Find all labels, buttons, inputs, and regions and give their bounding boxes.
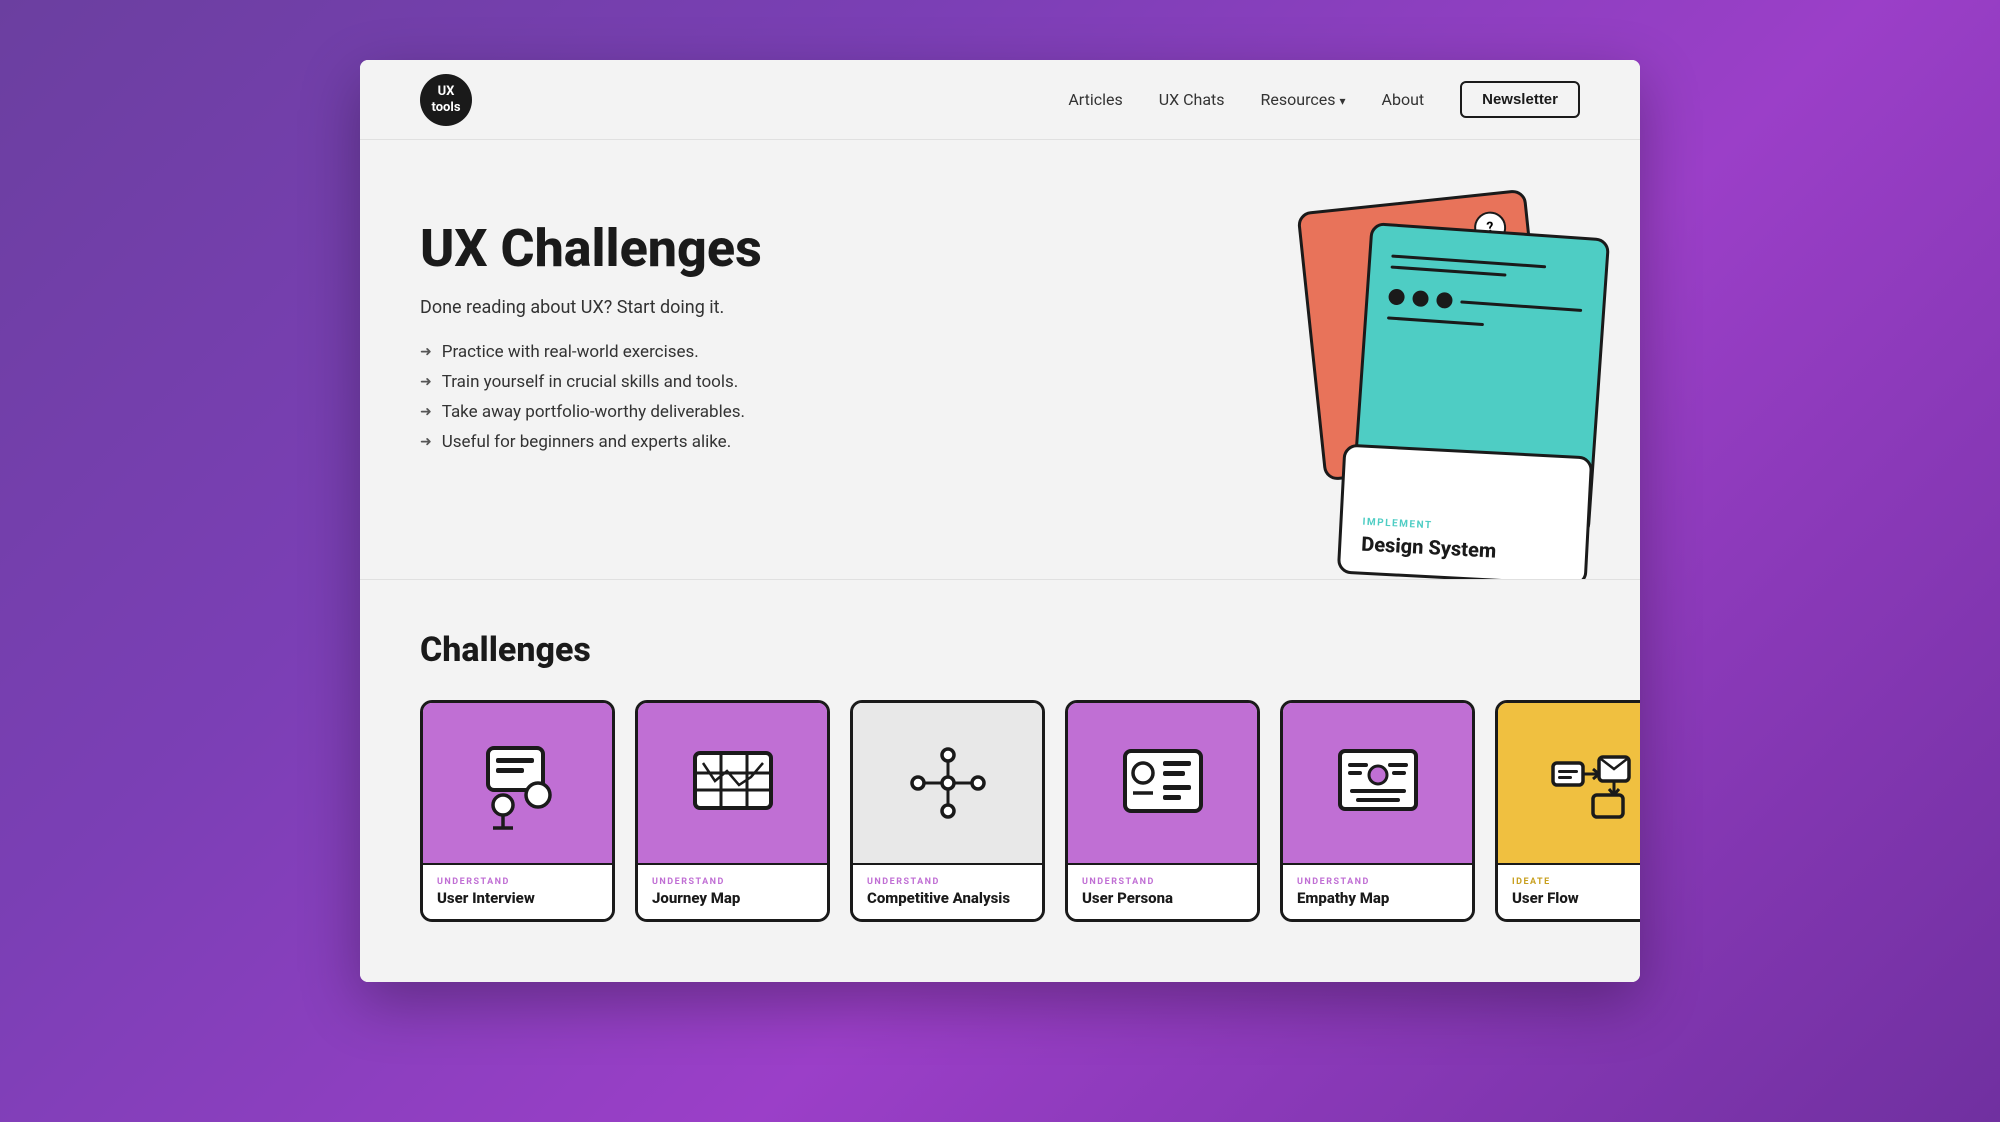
hero-subtitle: Done reading about UX? Start doing it. xyxy=(420,297,762,318)
card-info-journey-map: UNDERSTAND Journey Map xyxy=(638,863,827,919)
card-bottom-title: Design System xyxy=(1361,532,1566,567)
card-name-empathy-map: Empathy Map xyxy=(1297,889,1458,907)
card-name-user-interview: User Interview xyxy=(437,889,598,907)
challenge-cards-grid: UNDERSTAND User Interview xyxy=(420,700,1580,922)
challenges-section: Challenges UNDERSTAND xyxy=(360,580,1640,982)
card-category-user-flow: IDEATE xyxy=(1512,877,1640,887)
arrow-icon-1: ➜ xyxy=(420,344,432,360)
card-info-empathy-map: UNDERSTAND Empathy Map xyxy=(1283,863,1472,919)
arrow-icon-2: ➜ xyxy=(420,374,432,390)
card-info-user-flow: IDEATE User Flow xyxy=(1498,863,1640,919)
nav-articles[interactable]: Articles xyxy=(1068,90,1122,109)
nav-about[interactable]: About xyxy=(1382,90,1425,109)
nav-ux-chats[interactable]: UX Chats xyxy=(1159,90,1225,109)
nav-links: Articles UX Chats Resources About Newsle… xyxy=(1068,81,1580,118)
card-illustration-competitive-analysis xyxy=(853,703,1042,863)
challenges-title: Challenges xyxy=(420,630,1580,670)
card-illustration-user-interview xyxy=(423,703,612,863)
hero-bullet-list: ➜ Practice with real-world exercises. ➜ … xyxy=(420,342,762,452)
card-user-interview[interactable]: UNDERSTAND User Interview xyxy=(420,700,615,922)
arrow-icon-4: ➜ xyxy=(420,434,432,450)
card-name-competitive-analysis: Competitive Analysis xyxy=(867,889,1028,907)
card-name-journey-map: Journey Map xyxy=(652,889,813,907)
hero-title: UX Challenges xyxy=(420,220,762,277)
card-category-journey-map: UNDERSTAND xyxy=(652,877,813,887)
card-category-empathy-map: UNDERSTAND xyxy=(1297,877,1458,887)
card-competitive-analysis[interactable]: UNDERSTAND Competitive Analysis xyxy=(850,700,1045,922)
newsletter-button[interactable]: Newsletter xyxy=(1460,81,1580,118)
card-empathy-map[interactable]: UNDERSTAND Empathy Map xyxy=(1280,700,1475,922)
arrow-icon-3: ➜ xyxy=(420,404,432,420)
navbar: UX tools Articles UX Chats Resources Abo… xyxy=(360,60,1640,140)
logo[interactable]: UX tools xyxy=(420,74,472,126)
hero-bullet-4: ➜ Useful for beginners and experts alike… xyxy=(420,432,762,452)
illustration-card-bottom: IMPLEMENT Design System xyxy=(1337,444,1593,580)
journey-map-icon xyxy=(683,733,783,833)
hero-section: UX Challenges Done reading about UX? Sta… xyxy=(360,140,1640,580)
hero-illustration: ? 👍 xyxy=(1260,160,1600,580)
user-interview-icon xyxy=(468,733,568,833)
chevron-down-icon xyxy=(1339,90,1345,109)
card-name-user-persona: User Persona xyxy=(1082,889,1243,907)
user-persona-icon xyxy=(1113,733,1213,833)
hero-bullet-2: ➜ Train yourself in crucial skills and t… xyxy=(420,372,762,392)
card-illustration-journey-map xyxy=(638,703,827,863)
card-user-flow[interactable]: IDEATE User Flow xyxy=(1495,700,1640,922)
card-info-user-persona: UNDERSTAND User Persona xyxy=(1068,863,1257,919)
card-illustration-user-flow xyxy=(1498,703,1640,863)
card-info-user-interview: UNDERSTAND User Interview xyxy=(423,863,612,919)
logo-line2: tools xyxy=(431,100,460,116)
nav-resources[interactable]: Resources xyxy=(1261,90,1346,109)
card-category-user-interview: UNDERSTAND xyxy=(437,877,598,887)
hero-bullet-1: ➜ Practice with real-world exercises. xyxy=(420,342,762,362)
empathy-map-icon xyxy=(1328,733,1428,833)
hero-bullet-3: ➜ Take away portfolio-worthy deliverable… xyxy=(420,402,762,422)
card-illustration-user-persona xyxy=(1068,703,1257,863)
logo-line1: UX xyxy=(438,84,455,100)
user-flow-icon xyxy=(1543,733,1641,833)
card-info-competitive-analysis: UNDERSTAND Competitive Analysis xyxy=(853,863,1042,919)
card-illustration-empathy-map xyxy=(1283,703,1472,863)
competitive-analysis-icon xyxy=(898,733,998,833)
card-name-user-flow: User Flow xyxy=(1512,889,1640,907)
hero-text: UX Challenges Done reading about UX? Sta… xyxy=(420,200,762,452)
card-journey-map[interactable]: UNDERSTAND Journey Map xyxy=(635,700,830,922)
card-category-user-persona: UNDERSTAND xyxy=(1082,877,1243,887)
card-user-persona[interactable]: UNDERSTAND User Persona xyxy=(1065,700,1260,922)
card-category-competitive-analysis: UNDERSTAND xyxy=(867,877,1028,887)
page-wrapper: UX tools Articles UX Chats Resources Abo… xyxy=(360,60,1640,982)
